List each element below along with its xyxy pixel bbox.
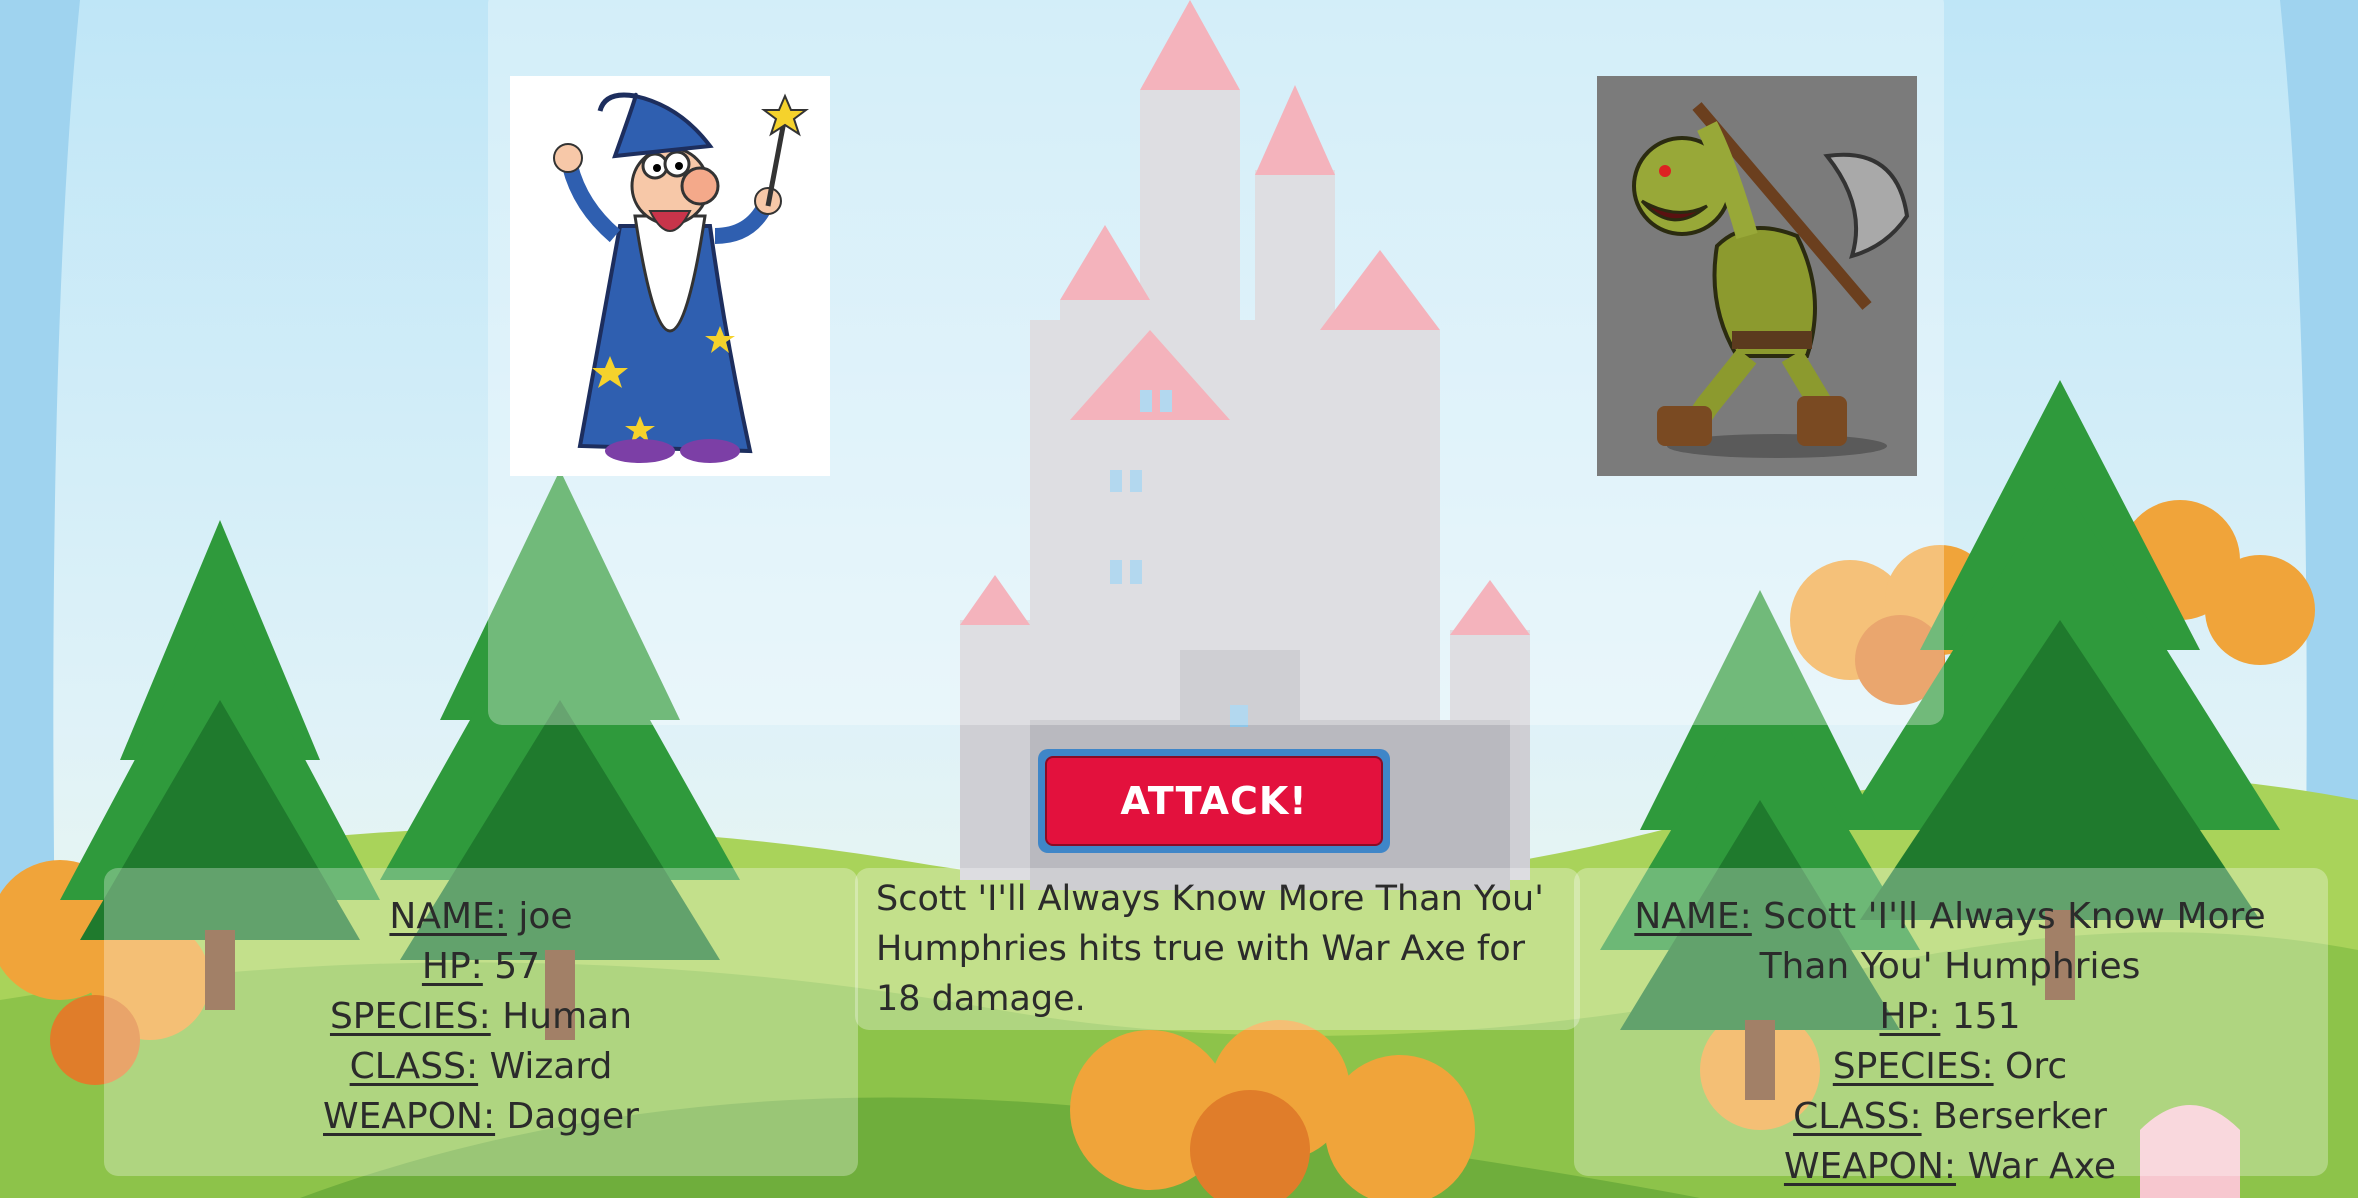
attack-button-outline: ATTACK! <box>1038 749 1390 853</box>
player-species-row: SPECIES: Human <box>104 992 858 1042</box>
enemy-name-label: NAME: <box>1634 896 1752 937</box>
player-species-value: Human <box>502 996 633 1037</box>
enemy-hp-row: HP: 151 <box>1620 992 2280 1042</box>
enemy-weapon-row: WEAPON: War Axe <box>1620 1142 2280 1192</box>
enemy-class-label: CLASS: <box>1793 1096 1922 1137</box>
player-name-value: joe <box>518 896 573 937</box>
player-stats: NAME: joe HP: 57 SPECIES: Human CLASS: W… <box>104 892 858 1142</box>
player-name-label: NAME: <box>389 896 507 937</box>
player-class-label: CLASS: <box>349 1046 479 1087</box>
enemy-weapon-label: WEAPON: <box>1783 1146 1957 1187</box>
enemy-stats: NAME: Scott 'I'll Always Know More Than … <box>1620 892 2280 1192</box>
enemy-hp-label: HP: <box>1879 996 1941 1037</box>
enemy-species-value: Orc <box>2005 1046 2068 1087</box>
wizard-icon <box>510 76 830 476</box>
orc-icon <box>1597 76 1917 476</box>
player-class-row: CLASS: Wizard <box>104 1042 858 1092</box>
enemy-class-value: Berserker <box>1933 1096 2107 1137</box>
player-hp-value: 57 <box>494 946 541 987</box>
player-hp-row: HP: 57 <box>104 942 858 992</box>
player-species-label: SPECIES: <box>329 996 491 1037</box>
enemy-species-row: SPECIES: Orc <box>1620 1042 2280 1092</box>
battle-log-message: Scott 'I'll Always Know More Than You' H… <box>876 879 1544 1019</box>
player-weapon-value: Dagger <box>506 1096 639 1137</box>
enemy-hp-value: 151 <box>1951 996 2021 1037</box>
enemy-orc-portrait <box>1597 76 1917 476</box>
attack-button[interactable]: ATTACK! <box>1045 756 1383 846</box>
player-weapon-label: WEAPON: <box>323 1096 496 1137</box>
player-hp-label: HP: <box>421 946 483 987</box>
enemy-name-row: NAME: Scott 'I'll Always Know More Than … <box>1620 892 2280 992</box>
enemy-class-row: CLASS: Berserker <box>1620 1092 2280 1142</box>
enemy-species-label: SPECIES: <box>1832 1046 1994 1087</box>
enemy-weapon-value: War Axe <box>1967 1146 2117 1187</box>
player-weapon-row: WEAPON: Dagger <box>104 1092 858 1142</box>
enemy-name-value: Scott 'I'll Always Know More Than You' H… <box>1759 896 2266 987</box>
player-class-value: Wizard <box>489 1046 613 1087</box>
player-wizard-portrait <box>510 76 830 476</box>
player-name-row: NAME: joe <box>104 892 858 942</box>
